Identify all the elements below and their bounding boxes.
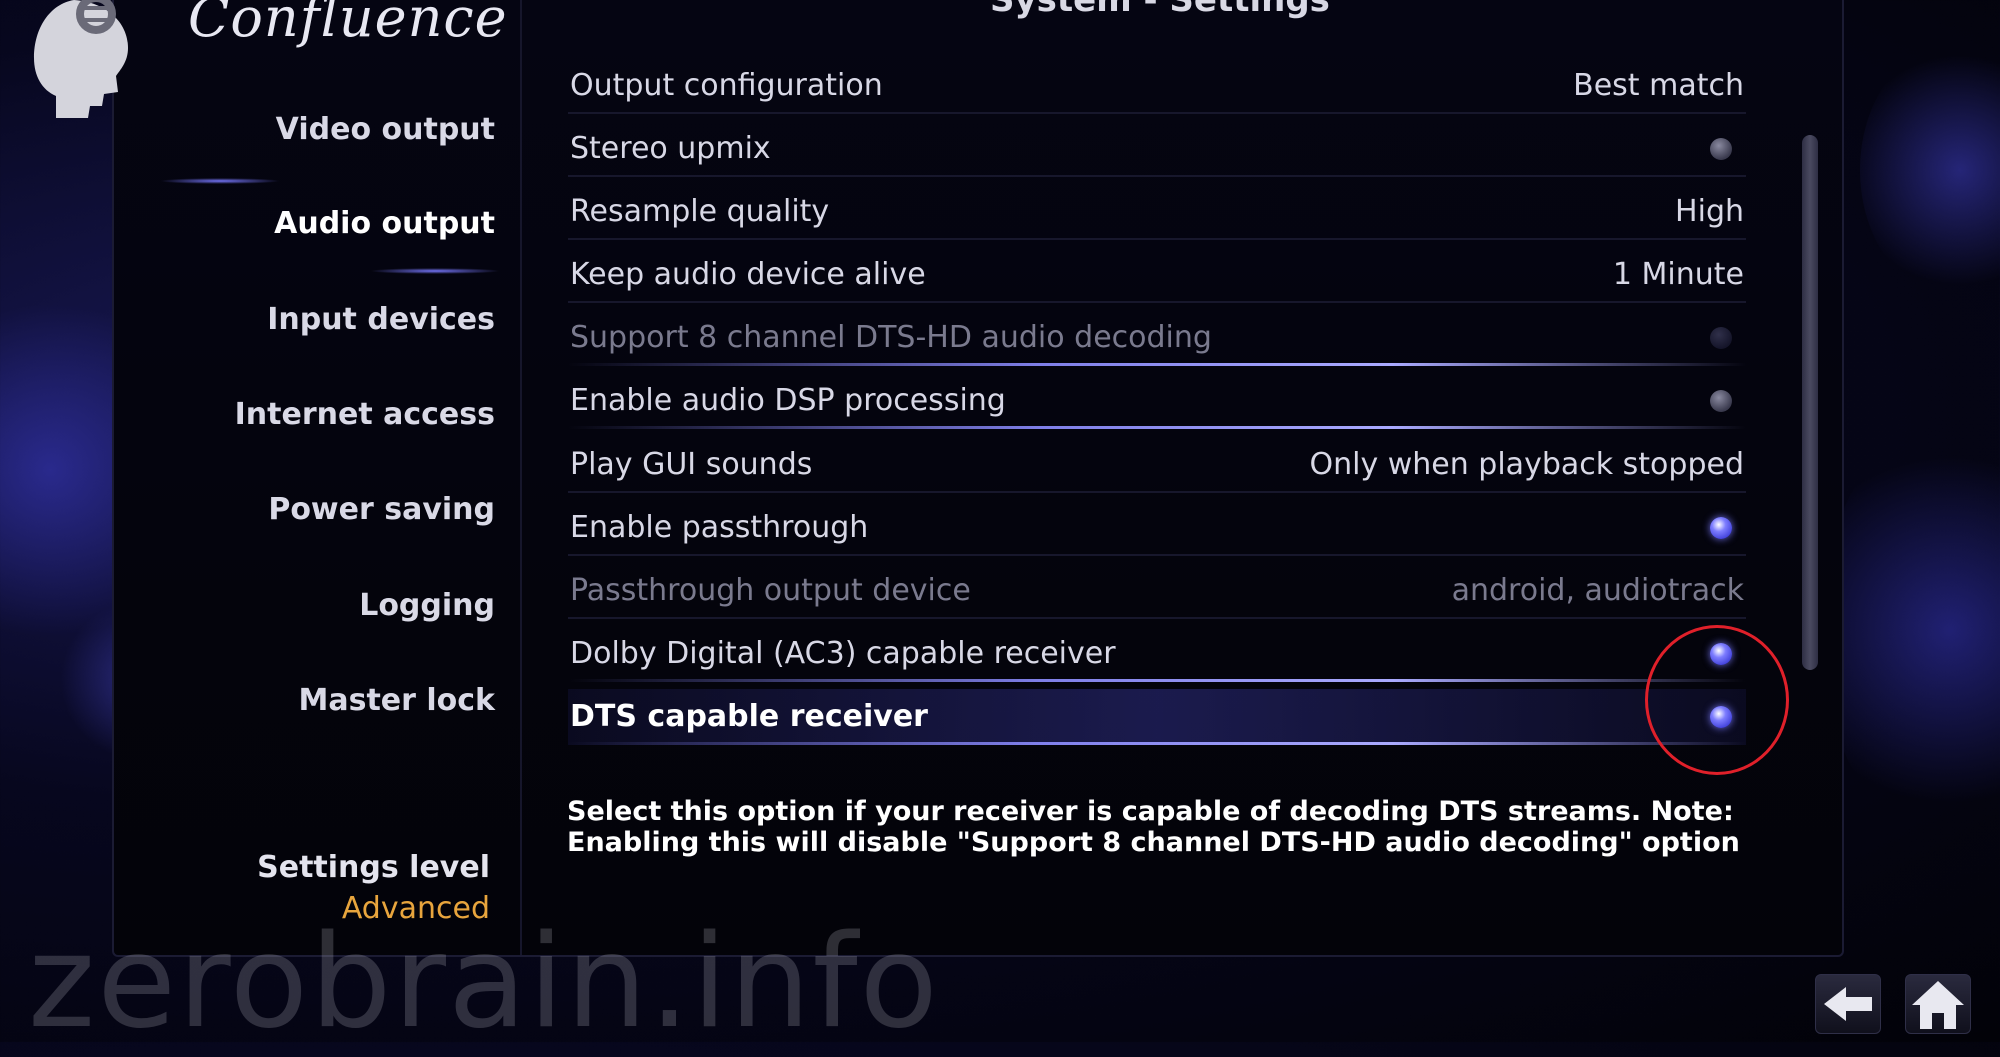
setting-label: Support 8 channel DTS-HD audio decoding [570, 320, 1212, 355]
sidebar-item-logging[interactable]: Logging [359, 588, 495, 623]
row-separator [568, 175, 1746, 177]
setting-description: Select this option if your receiver is c… [567, 796, 1740, 858]
row-separator [568, 491, 1746, 493]
setting-value: Best match [1573, 68, 1744, 103]
setting-value: Only when playback stopped [1309, 447, 1745, 482]
setting-row-enable-audio-dsp[interactable]: Enable audio DSP processing [568, 373, 1746, 429]
row-separator [568, 426, 1746, 429]
setting-label: Play GUI sounds [570, 447, 813, 482]
setting-row-support-8-channel-dts-hd: Support 8 channel DTS-HD audio decoding [568, 310, 1746, 366]
sidebar-item-audio-output[interactable]: Audio output [274, 206, 495, 241]
setting-label: Output configuration [570, 68, 883, 103]
setting-label: Resample quality [570, 194, 830, 229]
sidebar-item-video-output[interactable]: Video output [276, 112, 495, 147]
setting-label: Enable passthrough [570, 510, 869, 545]
window-title: System - Settings [990, 0, 1330, 20]
setting-row-keep-audio-device-alive[interactable]: Keep audio device alive 1 Minute [568, 247, 1746, 303]
setting-row-enable-passthrough[interactable]: Enable passthrough [568, 500, 1746, 556]
radio-toggle-off[interactable] [1710, 138, 1732, 160]
setting-row-play-gui-sounds[interactable]: Play GUI sounds Only when playback stopp… [568, 437, 1746, 493]
setting-row-passthrough-output-device: Passthrough output device android, audio… [568, 563, 1746, 619]
setting-value: 1 Minute [1612, 257, 1744, 292]
setting-row-stereo-upmix[interactable]: Stereo upmix [568, 121, 1746, 177]
setting-label: Keep audio device alive [570, 257, 926, 292]
row-separator [568, 301, 1746, 303]
panel-divider [520, 0, 522, 955]
sidebar-item-input-devices[interactable]: Input devices [267, 302, 495, 337]
row-separator [568, 112, 1746, 114]
setting-label: Passthrough output device [570, 573, 971, 608]
settings-level-label[interactable]: Settings level [257, 850, 490, 885]
sidebar-item-internet-access[interactable]: Internet access [235, 397, 495, 432]
background-bokeh [1820, 420, 2000, 840]
watermark: zerobrain.info [28, 908, 940, 1057]
setting-label: Stereo upmix [570, 131, 771, 166]
setting-row-dolby-digital-ac3[interactable]: Dolby Digital (AC3) capable receiver [568, 626, 1746, 682]
setting-value: android, audiotrack [1451, 573, 1744, 608]
setting-row-output-configuration[interactable]: Output configuration Best match [568, 58, 1746, 114]
back-button[interactable] [1815, 974, 1881, 1034]
brand-logo: Confluence [188, 0, 508, 49]
head-brain-icon [16, 0, 136, 120]
setting-row-resample-quality[interactable]: Resample quality High [568, 184, 1746, 240]
annotation-circle [1645, 625, 1789, 775]
nav-active-indicator [370, 268, 500, 274]
row-separator [568, 363, 1746, 366]
setting-label: Dolby Digital (AC3) capable receiver [570, 636, 1116, 671]
background-bokeh [1860, 40, 2000, 300]
settings-scrollbar[interactable] [1802, 135, 1818, 670]
radio-toggle-off[interactable] [1710, 390, 1732, 412]
home-icon [1912, 981, 1964, 1029]
setting-label: DTS capable receiver [570, 699, 928, 734]
radio-toggle-on[interactable] [1710, 517, 1732, 539]
nav-separator [160, 178, 280, 184]
row-separator [568, 742, 1746, 745]
radio-toggle-disabled [1710, 327, 1732, 349]
home-button[interactable] [1905, 974, 1971, 1034]
row-separator [568, 554, 1746, 556]
sidebar-item-power-saving[interactable]: Power saving [268, 492, 495, 527]
sidebar-item-master-lock[interactable]: Master lock [298, 683, 495, 718]
setting-value: High [1675, 194, 1744, 229]
setting-row-dts-capable-receiver[interactable]: DTS capable receiver [568, 689, 1746, 745]
back-arrow-icon [1824, 987, 1872, 1021]
row-separator [568, 617, 1746, 619]
row-separator [568, 238, 1746, 240]
setting-label: Enable audio DSP processing [570, 383, 1006, 418]
row-separator [568, 679, 1746, 682]
